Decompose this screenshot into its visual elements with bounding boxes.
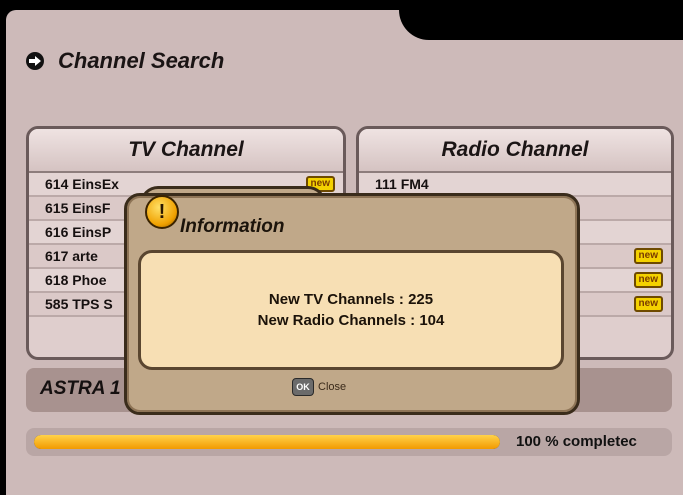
arrow-right-icon [26, 52, 44, 70]
new-radio-channels-text: New Radio Channels : 104 [257, 312, 445, 329]
channel-name: 618 Phoe [45, 272, 107, 288]
new-tv-channels-text: New TV Channels : 225 [268, 291, 434, 308]
close-label: Close [318, 381, 347, 393]
ok-key-icon: OK [292, 378, 314, 396]
progress-bar-container: 100 % completec [26, 428, 672, 456]
progress-track [34, 435, 500, 449]
exclamation-icon: ! [145, 195, 179, 229]
dialog-message: New TV Channels : 225 New Radio Channels… [138, 250, 564, 370]
progress-fill [34, 435, 500, 449]
channel-name: 616 EinsP [45, 224, 112, 240]
channel-name: 615 EinsF [45, 200, 111, 216]
top-notch [399, 10, 683, 40]
close-button[interactable]: OK Close [292, 378, 346, 396]
title-row: Channel Search [26, 46, 224, 76]
new-badge: new [633, 248, 663, 264]
progress-label: 100 % completec [516, 433, 637, 450]
satellite-name: ASTRA 1 [40, 378, 121, 399]
tv-channel-heading: TV Channel [29, 129, 343, 173]
channel-name: 614 EinsEx [45, 176, 119, 192]
new-badge: new [633, 272, 663, 288]
page-title: Channel Search [58, 48, 225, 73]
channel-name: 585 TPS S [45, 296, 113, 312]
channel-name: 617 arte [45, 248, 98, 264]
channel-name: 111 FM4 [375, 176, 429, 192]
radio-channel-heading: Radio Channel [359, 129, 671, 173]
new-badge: new [633, 296, 663, 312]
dialog-title: Information [180, 216, 285, 237]
